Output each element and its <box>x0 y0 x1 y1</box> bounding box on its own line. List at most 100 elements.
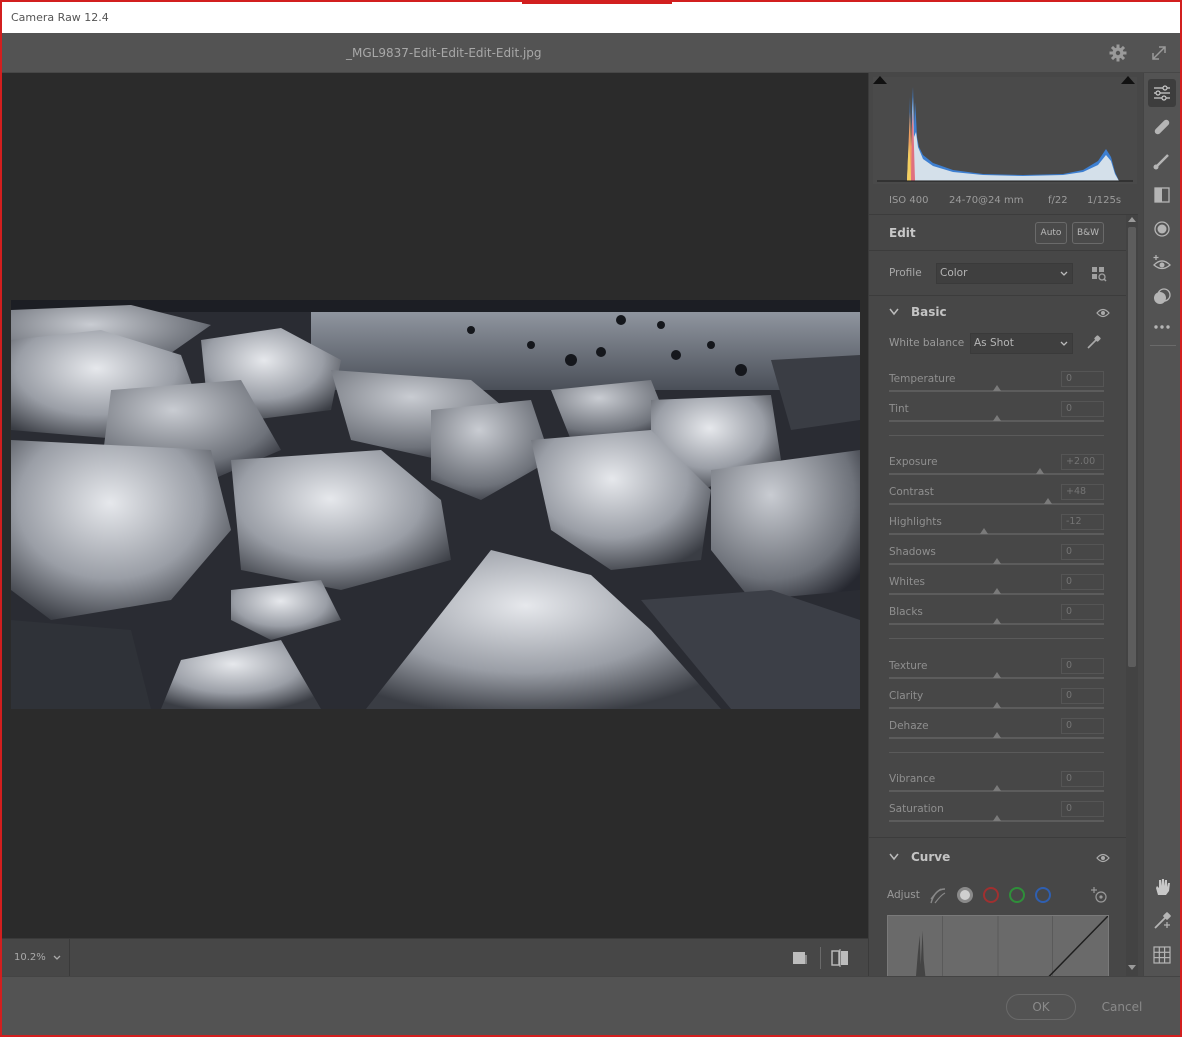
curve-title: Curve <box>911 850 951 864</box>
auto-button[interactable]: Auto <box>1035 222 1067 244</box>
edit-header: Edit Auto B&W <box>869 215 1126 251</box>
slider-knob[interactable] <box>992 672 1001 678</box>
bw-button[interactable]: B&W <box>1072 222 1104 244</box>
slider-value-input[interactable]: 0 <box>1061 371 1104 387</box>
slider-knob[interactable] <box>992 815 1001 821</box>
slider-label: Texture <box>889 660 928 672</box>
camera-info: ISO 400 24-70@24 mm f/22 1/125s <box>869 188 1138 214</box>
slider-value-input[interactable]: 0 <box>1061 574 1104 590</box>
slider-shadows[interactable]: Shadows 0 <box>889 544 1104 576</box>
slider-clarity[interactable]: Clarity 0 <box>889 688 1104 720</box>
slider-temperature[interactable]: Temperature 0 <box>889 371 1104 403</box>
eyedropper-icon[interactable] <box>1085 335 1101 351</box>
image-canvas[interactable] <box>2 73 868 938</box>
color-sampler-icon[interactable] <box>1152 911 1172 931</box>
slider-track[interactable] <box>889 503 1104 505</box>
radial-filter-icon[interactable] <box>1152 219 1172 239</box>
slider-knob[interactable] <box>1044 498 1053 504</box>
slider-texture[interactable]: Texture 0 <box>889 658 1104 690</box>
slider-highlights[interactable]: Highlights -12 <box>889 514 1104 546</box>
eye-icon[interactable] <box>1096 853 1110 863</box>
highlight-clipping-warning[interactable] <box>1121 76 1135 84</box>
slider-value-input[interactable]: +2.00 <box>1061 454 1104 470</box>
scroll-up-arrow[interactable] <box>1128 217 1136 222</box>
point-curve-white-button[interactable] <box>957 887 973 903</box>
slider-whites[interactable]: Whites 0 <box>889 574 1104 606</box>
white-balance-select[interactable]: As Shot <box>970 333 1073 354</box>
slider-contrast[interactable]: Contrast +48 <box>889 484 1104 516</box>
hand-icon[interactable] <box>1152 877 1172 897</box>
slider-value-input[interactable]: 0 <box>1061 658 1104 674</box>
tone-curve-graph[interactable] <box>887 915 1109 976</box>
brush-icon[interactable] <box>1152 151 1172 171</box>
white-balance-value: As Shot <box>974 337 1014 349</box>
zoom-select[interactable]: 10.2% <box>2 939 70 977</box>
slider-track[interactable] <box>889 473 1104 475</box>
slider-value-input[interactable]: -12 <box>1061 514 1104 530</box>
slider-knob[interactable] <box>992 415 1001 421</box>
panel-scrollbar[interactable] <box>1126 215 1138 976</box>
slider-knob[interactable] <box>992 785 1001 791</box>
basic-section-header[interactable]: Basic <box>869 297 1126 329</box>
more-options-icon[interactable] <box>1152 317 1172 337</box>
aperture-value: f/22 <box>1048 195 1068 206</box>
slider-value-input[interactable]: 0 <box>1061 718 1104 734</box>
point-curve-green-button[interactable] <box>1009 887 1025 903</box>
slider-group-divider <box>889 435 1104 436</box>
slider-value-input[interactable]: 0 <box>1061 544 1104 560</box>
graduated-filter-icon[interactable] <box>1152 185 1172 205</box>
profile-select[interactable]: Color <box>936 263 1073 284</box>
canvas-bottom-bar: 10.2% <box>2 938 868 977</box>
slider-value-input[interactable]: 0 <box>1061 801 1104 817</box>
slider-dehaze[interactable]: Dehaze 0 <box>889 718 1104 750</box>
slider-knob[interactable] <box>1035 468 1044 474</box>
slider-knob[interactable] <box>992 558 1001 564</box>
before-after-icon[interactable] <box>830 949 850 967</box>
grid-icon[interactable] <box>1152 945 1172 965</box>
ok-button[interactable]: OK <box>1006 994 1076 1020</box>
slider-knob[interactable] <box>992 385 1001 391</box>
point-curve-red-button[interactable] <box>983 887 999 903</box>
slider-value-input[interactable]: 0 <box>1061 604 1104 620</box>
slider-knob[interactable] <box>992 618 1001 624</box>
slider-exposure[interactable]: Exposure +2.00 <box>889 454 1104 486</box>
slider-label: Blacks <box>889 606 923 618</box>
cancel-button[interactable]: Cancel <box>1092 994 1152 1020</box>
slider-knob[interactable] <box>992 702 1001 708</box>
slider-blacks[interactable]: Blacks 0 <box>889 604 1104 636</box>
top-bar: _MGL9837-Edit-Edit-Edit-Edit.jpg <box>2 33 1180 73</box>
slider-knob[interactable] <box>992 732 1001 738</box>
chevron-down-icon <box>53 955 61 960</box>
red-eye-icon[interactable] <box>1152 253 1172 273</box>
healing-icon[interactable] <box>1152 117 1172 137</box>
parametric-curve-icon[interactable] <box>929 887 947 905</box>
edit-tool[interactable] <box>1148 79 1176 107</box>
curve-section-header[interactable]: Curve <box>869 842 1126 874</box>
presets-icon[interactable] <box>1152 287 1172 307</box>
slider-vibrance[interactable]: Vibrance 0 <box>889 771 1104 803</box>
basic-title: Basic <box>911 305 947 319</box>
shadow-clipping-warning[interactable] <box>873 76 887 84</box>
fullscreen-icon[interactable] <box>1150 44 1168 62</box>
slider-knob[interactable] <box>992 588 1001 594</box>
slider-track[interactable] <box>889 533 1104 535</box>
single-view-icon[interactable] <box>792 951 808 965</box>
scroll-thumb[interactable] <box>1128 227 1136 667</box>
slider-saturation[interactable]: Saturation 0 <box>889 801 1104 833</box>
histogram <box>873 77 1137 184</box>
slider-value-input[interactable]: 0 <box>1061 688 1104 704</box>
slider-label: Shadows <box>889 546 936 558</box>
gear-icon[interactable] <box>1109 44 1127 62</box>
slider-tint[interactable]: Tint 0 <box>889 401 1104 433</box>
targeted-adjustment-icon[interactable] <box>1090 886 1108 904</box>
white-balance-label: White balance <box>889 337 965 349</box>
slider-value-input[interactable]: 0 <box>1061 401 1104 417</box>
slider-knob[interactable] <box>979 528 988 534</box>
slider-value-input[interactable]: +48 <box>1061 484 1104 500</box>
slider-value-input[interactable]: 0 <box>1061 771 1104 787</box>
scroll-down-arrow[interactable] <box>1128 965 1136 970</box>
eye-icon[interactable] <box>1096 308 1110 318</box>
profile-browser-icon[interactable] <box>1091 266 1107 282</box>
adjust-label: Adjust <box>887 889 920 901</box>
point-curve-blue-button[interactable] <box>1035 887 1051 903</box>
